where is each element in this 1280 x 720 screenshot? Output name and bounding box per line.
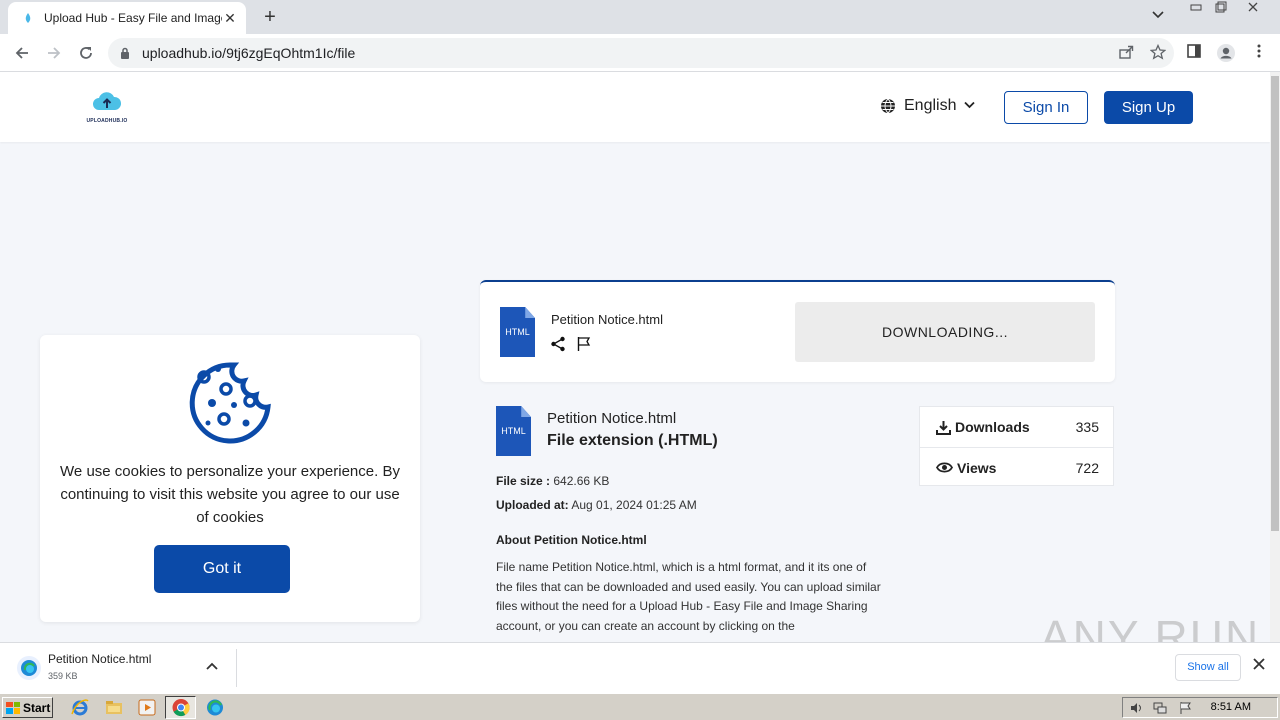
share-icon[interactable] [550, 336, 566, 352]
file-explorer-icon[interactable] [104, 698, 124, 717]
chrome-icon [172, 699, 190, 717]
show-all-button[interactable]: Show all [1175, 654, 1241, 681]
page-scrollbar[interactable] [1270, 72, 1280, 642]
tab-search-chevron-icon[interactable] [1152, 8, 1164, 22]
cookie-icon [189, 362, 271, 444]
windows-logo-icon [6, 701, 20, 714]
close-tab-icon[interactable]: ✕ [222, 10, 238, 27]
views-stat: Views 722 [920, 447, 1113, 487]
download-shelf: Petition Notice.html 359 KB Show all [0, 642, 1280, 693]
back-icon[interactable] [10, 42, 34, 64]
got-it-button[interactable]: Got it [154, 545, 290, 593]
html-file-icon: HTML [496, 406, 531, 456]
forward-icon[interactable] [42, 42, 66, 64]
eye-icon [936, 462, 953, 473]
logo-text: UPLOADHUB.IO [86, 118, 128, 124]
site-logo[interactable]: UPLOADHUB.IO [86, 90, 128, 124]
download-file-name: Petition Notice.html [551, 312, 663, 327]
restore-icon[interactable] [1208, 0, 1234, 18]
edge-file-icon [16, 655, 42, 681]
downloaded-file-size: 359 KB [48, 671, 78, 681]
views-label: Views [957, 459, 997, 476]
anyrun-watermark: ANY RUN [1040, 611, 1261, 642]
downloads-count: 335 [1075, 419, 1099, 435]
close-window-icon[interactable] [1240, 0, 1266, 18]
action-center-flag-icon[interactable] [1179, 701, 1193, 715]
upload-date: Uploaded at: Aug 01, 2024 01:25 AM [496, 498, 697, 512]
file-size: File size : 642.66 KB [496, 474, 610, 488]
page-viewport: UPLOADHUB.IO English Sign In Sign Up HTM… [0, 72, 1270, 642]
side-panel-icon[interactable] [1184, 43, 1204, 63]
downloads-stat: Downloads 335 [920, 407, 1113, 447]
file-stats: Downloads 335 Views 722 [919, 406, 1114, 486]
language-label: English [904, 97, 957, 114]
file-name: Petition Notice.html [547, 410, 677, 427]
chevron-up-icon[interactable] [206, 659, 218, 673]
sign-in-button[interactable]: Sign In [1004, 91, 1088, 124]
scrollbar-thumb[interactable] [1271, 76, 1279, 531]
minimize-icon[interactable] [1183, 0, 1209, 18]
browser-tab[interactable]: Upload Hub - Easy File and Image Sh ✕ [8, 2, 246, 34]
chrome-taskbar-button[interactable] [165, 696, 196, 719]
sign-up-button[interactable]: Sign Up [1104, 91, 1193, 124]
volume-icon[interactable] [1129, 701, 1143, 715]
media-player-icon[interactable] [137, 698, 157, 717]
cloud-upload-icon [93, 92, 122, 110]
downloaded-file-name[interactable]: Petition Notice.html [48, 652, 151, 666]
browser-toolbar: uploadhub.io/9tj6zgEqOhtm1Ic/file [0, 34, 1280, 72]
system-tray: 8:51 AM [1122, 697, 1278, 718]
about-text: File name Petition Notice.html, which is… [496, 560, 881, 633]
browser-tab-bar: Upload Hub - Easy File and Image Sh ✕ + [0, 0, 1280, 34]
start-button[interactable]: Start [2, 697, 53, 718]
language-selector[interactable]: English [880, 97, 976, 115]
about-heading: About Petition Notice.html [496, 533, 647, 547]
file-extension: File extension (.HTML) [547, 432, 718, 449]
report-flag-icon[interactable] [576, 336, 592, 352]
cookie-message: We use cookies to personalize your exper… [60, 463, 400, 526]
download-icon [936, 420, 951, 435]
downloads-label: Downloads [955, 419, 1030, 435]
html-file-icon: HTML [500, 307, 535, 357]
menu-kebab-icon[interactable] [1249, 43, 1269, 63]
site-header: UPLOADHUB.IO English Sign In Sign Up [0, 72, 1270, 142]
url-text: uploadhub.io/9tj6zgEqOhtm1Ic/file [142, 45, 356, 61]
address-bar[interactable]: uploadhub.io/9tj6zgEqOhtm1Ic/file [108, 38, 1174, 68]
reload-icon[interactable] [74, 42, 98, 64]
site-favicon-icon [22, 12, 34, 24]
profile-avatar-icon[interactable] [1216, 43, 1236, 63]
close-shelf-icon[interactable] [1253, 657, 1265, 675]
share-page-icon[interactable] [1110, 44, 1142, 63]
network-icon[interactable] [1153, 701, 1167, 715]
cookie-consent-dialog: We use cookies to personalize your exper… [40, 335, 420, 622]
download-card: HTML Petition Notice.html DOWNLOADING... [480, 280, 1115, 382]
shelf-divider [236, 649, 237, 687]
lock-icon [120, 47, 134, 60]
chevron-down-icon [964, 100, 976, 112]
clock: 8:51 AM [1210, 701, 1251, 713]
download-button[interactable]: DOWNLOADING... [795, 302, 1095, 362]
globe-icon [880, 98, 896, 114]
taskbar: Start 8:51 AM [0, 693, 1280, 720]
bookmark-star-icon[interactable] [1142, 43, 1174, 63]
internet-explorer-icon[interactable] [70, 698, 90, 717]
new-tab-button[interactable]: + [258, 6, 282, 29]
tab-title: Upload Hub - Easy File and Image Sh [44, 11, 222, 25]
views-count: 722 [1075, 459, 1099, 476]
edge-icon[interactable] [205, 698, 225, 717]
